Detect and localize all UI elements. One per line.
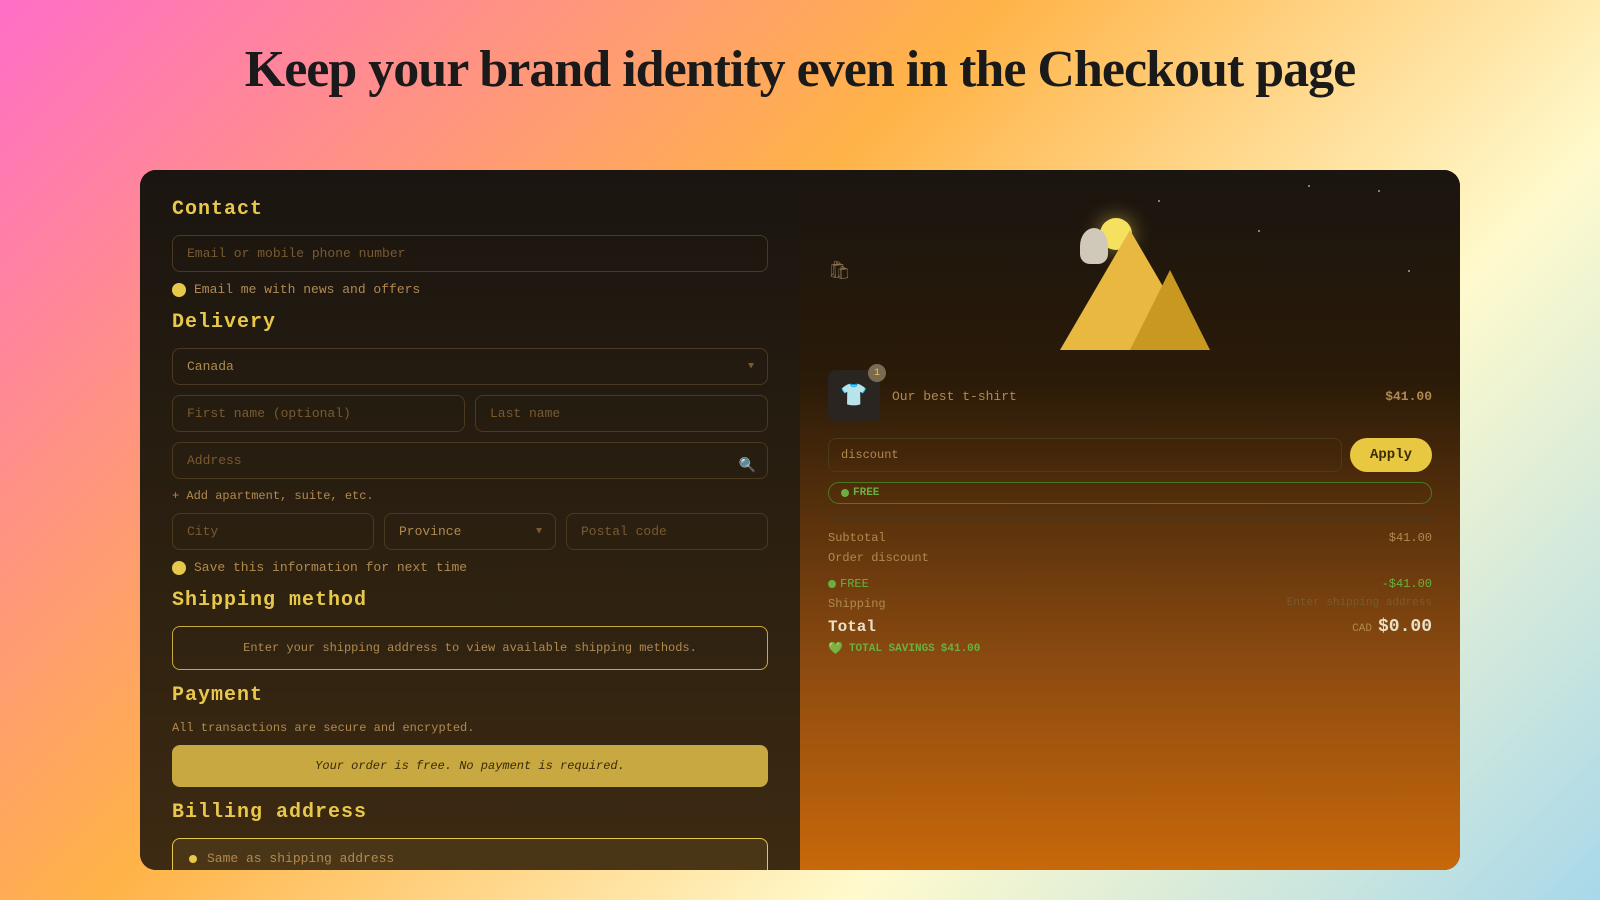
subtotal-value: $41.00 (1389, 531, 1432, 545)
country-select-wrapper: Canada (172, 348, 768, 385)
currency-label: CAD (1352, 623, 1372, 635)
savings-row: 💚 TOTAL SAVINGS $41.00 (828, 641, 1432, 656)
tshirt-icon: 👕 (840, 383, 867, 409)
shipping-row: Shipping Enter shipping address (828, 597, 1432, 611)
delivery-title: Delivery (172, 311, 768, 334)
postal-input[interactable] (566, 513, 768, 550)
free-discount-label: FREE (840, 577, 869, 591)
left-panel: Contact Email me with news and offers De… (140, 170, 800, 870)
contact-title: Contact (172, 198, 768, 221)
product-image: 👕 1 (828, 370, 880, 422)
payment-title: Payment (172, 684, 768, 707)
same-shipping-label: Same as shipping address (207, 851, 394, 866)
province-select[interactable]: Province (384, 513, 556, 550)
newsletter-radio[interactable] (172, 283, 186, 297)
right-panel: 🛍 👕 1 Our best t-shirt $41.00 Apply FREE… (800, 170, 1460, 870)
total-value: $0.00 (1378, 617, 1432, 637)
discount-value: -$41.00 (1382, 577, 1432, 591)
search-icon: 🔍 (739, 457, 756, 474)
free-order-text: Your order is free. No payment is requir… (186, 759, 754, 773)
add-apt-link[interactable]: + Add apartment, suite, etc. (172, 489, 768, 503)
illustration-area: 🛍 (828, 190, 1432, 370)
shipping-instruction: Enter your shipping address to view avai… (187, 641, 753, 655)
address-row: 🔍 (172, 442, 768, 489)
contact-section: Contact Email me with news and offers (172, 198, 768, 297)
order-summary: Subtotal $41.00 Order discount FREE -$41… (828, 518, 1432, 656)
pyramid-small-icon (1130, 270, 1210, 350)
payment-section: Payment All transactions are secure and … (172, 684, 768, 787)
subtotal-label: Subtotal (828, 531, 886, 545)
billing-title: Billing address (172, 801, 768, 824)
free-discount-row: FREE -$41.00 (828, 577, 1432, 591)
savings-label: TOTAL SAVINGS (849, 643, 935, 655)
address-input[interactable] (172, 442, 768, 479)
free-badge-area: FREE (828, 577, 869, 591)
pyramid-illustration (1040, 210, 1220, 350)
apply-button[interactable]: Apply (1350, 438, 1432, 472)
cart-icon: 🛍 (828, 260, 851, 282)
free-order-box: Your order is free. No payment is requir… (172, 745, 768, 787)
city-input[interactable] (172, 513, 374, 550)
page-title: Keep your brand identity even in the Che… (0, 40, 1600, 99)
country-select[interactable]: Canada (172, 348, 768, 385)
save-info-label: Save this information for next time (194, 560, 467, 575)
firstname-input[interactable] (172, 395, 465, 432)
product-row: 👕 1 Our best t-shirt $41.00 (828, 370, 1432, 422)
free-badge: FREE (828, 482, 1432, 504)
delivery-section: Delivery Canada 🔍 + Add apartment, suite… (172, 311, 768, 575)
billing-section: Billing address Same as shipping address… (172, 801, 768, 870)
order-discount-label-area: Order discount (828, 551, 929, 565)
total-row: Total CAD $0.00 (828, 617, 1432, 637)
security-note: All transactions are secure and encrypte… (172, 721, 768, 735)
green-dot-icon (828, 580, 836, 588)
save-info-radio[interactable] (172, 561, 186, 575)
shipping-method-box: Enter your shipping address to view avai… (172, 626, 768, 670)
newsletter-label: Email me with news and offers (194, 282, 420, 297)
shipping-section: Shipping method Enter your shipping addr… (172, 589, 768, 670)
bullet-dot-icon (189, 855, 197, 863)
order-discount-row: Order discount (828, 551, 1432, 571)
savings-value: $41.00 (941, 643, 981, 655)
total-value-area: CAD $0.00 (1352, 617, 1432, 637)
shipping-title: Shipping method (172, 589, 768, 612)
free-badge-text: FREE (853, 487, 879, 499)
email-field[interactable] (172, 235, 768, 272)
province-select-wrapper: Province (384, 513, 556, 550)
subtotal-row: Subtotal $41.00 (828, 531, 1432, 545)
total-label: Total (828, 618, 876, 636)
shipping-label: Shipping (828, 597, 886, 611)
lastname-input[interactable] (475, 395, 768, 432)
checkout-container: Contact Email me with news and offers De… (140, 170, 1460, 870)
shipping-value: Enter shipping address (1287, 597, 1432, 611)
product-badge: 1 (868, 364, 886, 382)
product-name: Our best t-shirt (892, 389, 1373, 404)
savings-icon: 💚 (828, 641, 843, 656)
product-price: $41.00 (1385, 389, 1432, 404)
free-dot-icon (841, 489, 849, 497)
discount-row: Apply (828, 438, 1432, 472)
discount-input[interactable] (828, 438, 1342, 472)
order-discount-label: Order discount (828, 551, 929, 565)
same-shipping-option[interactable]: Same as shipping address (172, 838, 768, 870)
